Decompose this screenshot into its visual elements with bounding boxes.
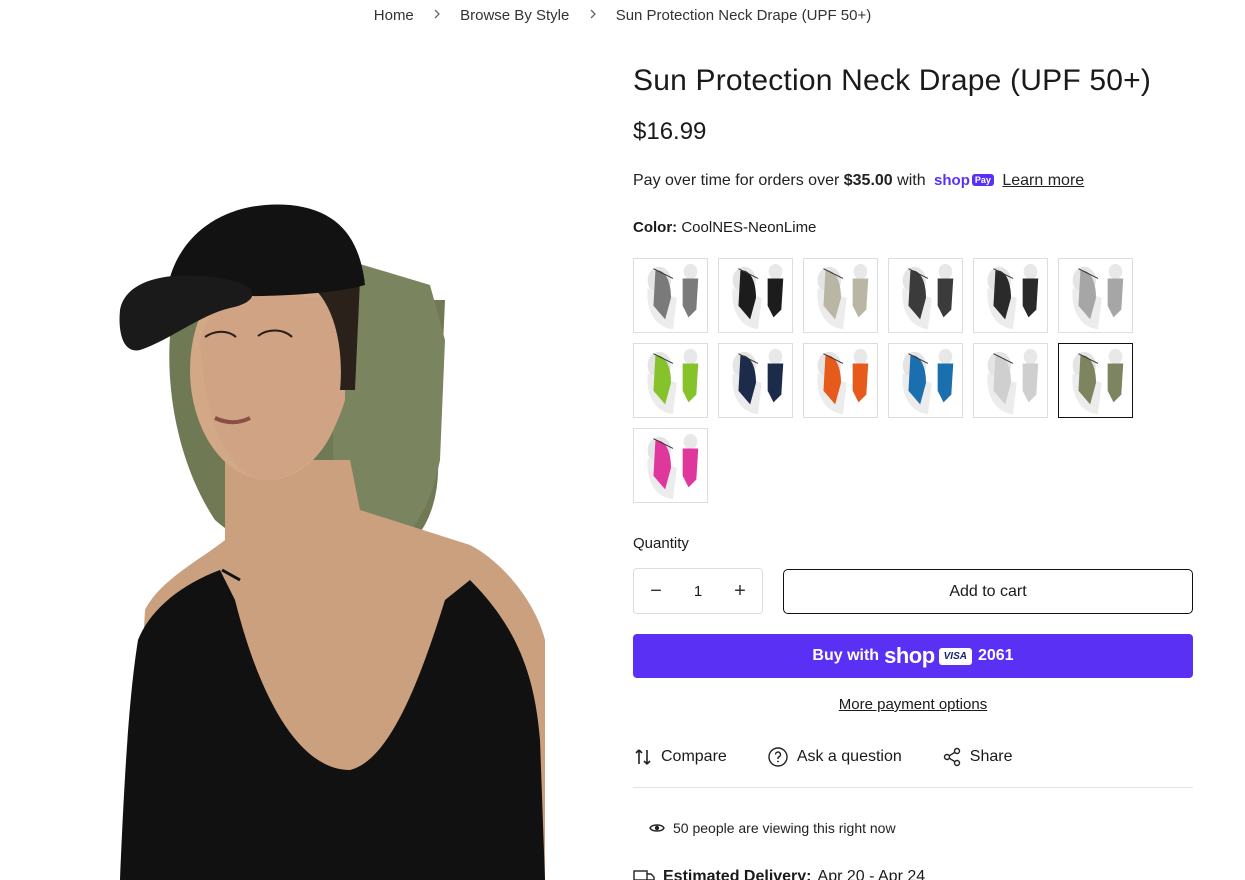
quantity-stepper: − 1 + (633, 568, 763, 614)
color-swatch-camo[interactable] (888, 258, 963, 333)
color-swatch-olive[interactable] (1058, 343, 1133, 418)
breadcrumb: Home Browse By Style Sun Protection Neck… (0, 6, 1245, 24)
shop-pay-tag: Pay (971, 174, 994, 187)
quantity-increase-button[interactable]: + (732, 580, 748, 603)
card-last4: 2061 (977, 647, 1014, 664)
product-actions: Compare Ask a question Share (633, 746, 1052, 768)
eye-icon (649, 824, 665, 832)
share-icon (943, 747, 960, 767)
color-swatch-blue[interactable] (888, 343, 963, 418)
color-swatch-khaki[interactable] (803, 258, 878, 333)
viewers-text: 50 people are viewing this right now (673, 820, 896, 836)
ask-question-label: Ask a question (796, 748, 902, 765)
shop-pay-logo: shop Pay (934, 172, 994, 189)
visa-icon: VISA (938, 647, 972, 665)
color-swatch-black-orange[interactable] (973, 258, 1048, 333)
compare-label: Compare (661, 748, 727, 765)
breadcrumb-home[interactable]: Home (374, 7, 414, 24)
breadcrumb-current: Sun Protection Neck Drape (UPF 50+) (615, 6, 872, 24)
chevron-right-icon (589, 8, 597, 22)
share-label: Share (969, 748, 1013, 765)
delivery-label: Estimated Delivery: (663, 868, 812, 880)
estimated-delivery: Estimated Delivery: Apr 20 - Apr 24 (633, 868, 925, 880)
installments-message: Pay over time for orders over $35.00 wit… (633, 172, 1084, 190)
installments-amount: $35.00 (843, 172, 893, 189)
color-swatch-orange[interactable] (803, 343, 878, 418)
color-swatch-lime[interactable] (633, 343, 708, 418)
color-swatch-gray[interactable] (633, 258, 708, 333)
buy-with-shop-button[interactable]: Buy with shop VISA 2061 (633, 634, 1193, 678)
delivery-value: Apr 20 - Apr 24 (817, 868, 926, 880)
compare-button[interactable]: Compare (633, 746, 727, 768)
color-swatch-pink[interactable] (633, 428, 708, 503)
quantity-decrease-button[interactable]: − (648, 580, 664, 603)
buy-prefix: Buy with (812, 647, 880, 664)
color-swatch-light-gray[interactable] (1058, 258, 1133, 333)
viewers-notice: 50 people are viewing this right now (649, 820, 896, 836)
color-label: Color: (633, 219, 678, 236)
share-button[interactable]: Share (942, 746, 1013, 768)
color-swatch-navy[interactable] (718, 343, 793, 418)
product-image (0, 40, 600, 880)
shop-logo: shop (884, 643, 935, 668)
product-title: Sun Protection Neck Drape (UPF 50+) (633, 64, 1152, 97)
color-swatch-silver[interactable] (973, 343, 1048, 418)
quantity-input[interactable]: 1 (694, 583, 702, 600)
installments-suffix: with (897, 172, 926, 189)
divider (633, 787, 1193, 788)
shop-pay-brand: shop (934, 172, 970, 190)
truck-icon (633, 870, 655, 880)
ask-question-button[interactable]: Ask a question (767, 746, 902, 768)
color-value: CoolNES-NeonLime (681, 219, 817, 236)
color-swatch-black[interactable] (718, 258, 793, 333)
more-payment-options-link[interactable]: More payment options (633, 696, 1193, 713)
breadcrumb-category[interactable]: Browse By Style (460, 7, 569, 24)
chevron-right-icon (433, 8, 441, 22)
quantity-label: Quantity (633, 535, 689, 552)
question-icon (768, 747, 788, 767)
product-price: $16.99 (633, 118, 707, 145)
installments-prefix: Pay over time for orders over (633, 172, 840, 189)
learn-more-link[interactable]: Learn more (1002, 172, 1084, 189)
compare-icon (635, 749, 651, 765)
color-selector-label: Color: CoolNES-NeonLime (633, 219, 816, 236)
add-to-cart-button[interactable]: Add to cart (783, 569, 1193, 614)
